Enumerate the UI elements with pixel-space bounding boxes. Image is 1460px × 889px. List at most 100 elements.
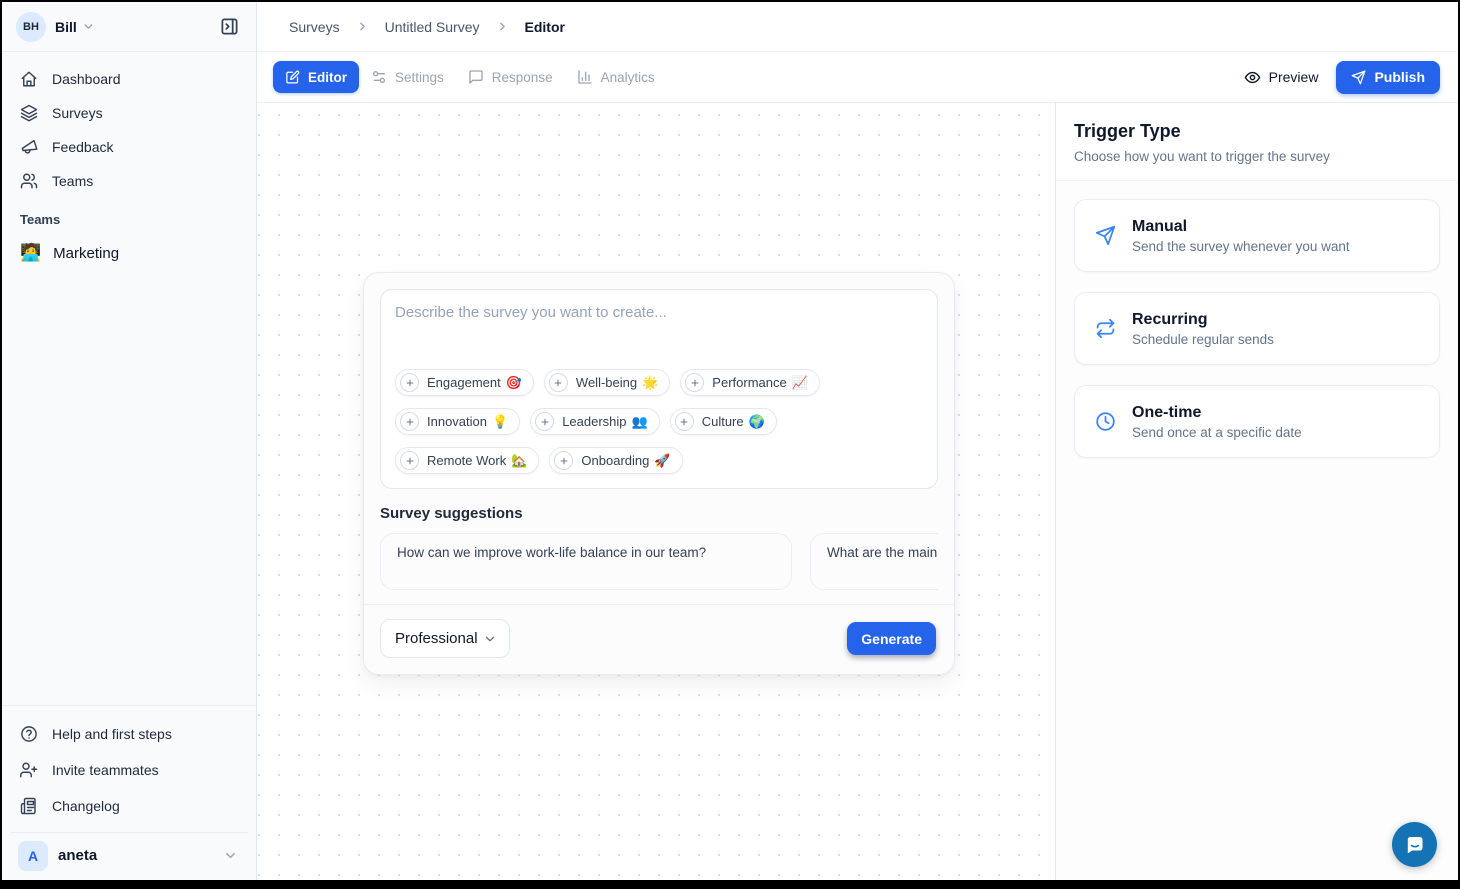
tab-label: Response [492, 70, 553, 85]
chip-emoji: 🏡 [511, 453, 527, 469]
tab-label: Settings [395, 70, 444, 85]
trigger-option-manual[interactable]: Manual Send the survey whenever you want [1074, 199, 1440, 272]
app-window: BH Bill Dashboard Surv [2, 2, 1458, 880]
tone-value: Professional [395, 630, 478, 647]
plus-icon [554, 451, 573, 470]
trigger-option-title: One-time [1132, 404, 1302, 422]
sidebar-item-dashboard[interactable]: Dashboard [10, 62, 248, 96]
tab-analytics[interactable]: Analytics [565, 61, 667, 93]
sidebar-item-label: Help and first steps [52, 726, 172, 742]
plus-icon [685, 373, 704, 392]
tab-settings[interactable]: Settings [359, 61, 456, 93]
sidebar-item-label: Feedback [52, 139, 113, 155]
chip-emoji: 👥 [632, 414, 648, 430]
breadcrumb-untitled-survey[interactable]: Untitled Survey [385, 19, 480, 35]
team-emoji: 🧑‍💻 [20, 243, 41, 263]
chip-onboarding[interactable]: Onboarding 🚀 [549, 447, 682, 474]
sidebar-item-teams[interactable]: Teams [10, 164, 248, 198]
editor-canvas[interactable]: Describe the survey you want to create..… [257, 103, 1055, 880]
chevron-down-icon [82, 20, 95, 33]
tab-editor[interactable]: Editor [273, 61, 359, 93]
chip-label: Innovation [427, 414, 487, 429]
topic-chips: Engagement 🎯 Well-being 🌟 Performance [395, 369, 923, 474]
suggestion-card[interactable]: How can we improve work-life balance in … [380, 533, 792, 590]
repeat-icon [1095, 318, 1116, 339]
chip-performance[interactable]: Performance 📈 [680, 369, 820, 396]
account-avatar: A [18, 841, 48, 871]
bar-chart-icon [577, 69, 593, 85]
sidebar-nav: Dashboard Surveys Feedback Teams [2, 52, 256, 198]
sidebar-footer: Help and first steps Invite teammates Ch… [2, 705, 256, 880]
workspace-switcher[interactable]: BH Bill [2, 2, 256, 52]
trigger-options: Manual Send the survey whenever you want… [1056, 181, 1458, 476]
teams-section-label: Teams [2, 198, 256, 233]
sidebar-item-feedback[interactable]: Feedback [10, 130, 248, 164]
account-menu[interactable]: A aneta [10, 832, 248, 880]
chip-label: Performance [712, 375, 786, 390]
chevron-right-icon [496, 20, 509, 33]
chat-bubble-icon [1403, 833, 1427, 857]
suggestion-card[interactable]: What are the main ob [810, 533, 938, 590]
chip-innovation[interactable]: Innovation 💡 [395, 408, 520, 435]
chip-well-being[interactable]: Well-being 🌟 [544, 369, 670, 396]
sidebar-item-label: Invite teammates [52, 762, 159, 778]
trigger-option-recurring[interactable]: Recurring Schedule regular sends [1074, 292, 1440, 365]
publish-button[interactable]: Publish [1336, 61, 1440, 94]
survey-prompt-input[interactable]: Describe the survey you want to create..… [380, 289, 938, 489]
prompt-placeholder: Describe the survey you want to create..… [395, 304, 923, 321]
pen-square-icon [285, 70, 300, 85]
tone-select[interactable]: Professional [380, 619, 510, 658]
chip-label: Well-being [576, 375, 637, 390]
toolbar: Editor Settings Response Analytics [257, 52, 1458, 103]
sidebar-collapse-button[interactable] [214, 12, 244, 42]
chip-remote-work[interactable]: Remote Work 🏡 [395, 447, 539, 474]
panel-subtitle: Choose how you want to trigger the surve… [1074, 149, 1440, 164]
sidebar-item-label: Teams [52, 173, 93, 189]
help-circle-icon [20, 725, 38, 743]
send-icon [1095, 225, 1116, 246]
tab-label: Analytics [601, 70, 655, 85]
tab-response[interactable]: Response [456, 61, 565, 93]
chip-label: Remote Work [427, 453, 506, 468]
preview-button[interactable]: Preview [1244, 69, 1319, 86]
trigger-option-description: Schedule regular sends [1132, 332, 1274, 347]
sidebar-item-marketing[interactable]: 🧑‍💻 Marketing [10, 233, 248, 273]
chip-leadership[interactable]: Leadership 👥 [530, 408, 660, 435]
breadcrumb: Surveys Untitled Survey Editor [257, 2, 1458, 52]
plus-icon [675, 412, 694, 431]
sidebar-item-surveys[interactable]: Surveys [10, 96, 248, 130]
plus-icon [400, 373, 419, 392]
trigger-option-description: Send the survey whenever you want [1132, 239, 1350, 254]
chip-emoji: 📈 [792, 375, 808, 391]
trigger-panel-header: Trigger Type Choose how you want to trig… [1056, 103, 1458, 181]
trigger-option-one-time[interactable]: One-time Send once at a specific date [1074, 385, 1440, 458]
chip-culture[interactable]: Culture 🌍 [670, 408, 777, 435]
breadcrumb-surveys[interactable]: Surveys [289, 19, 340, 35]
plus-icon [400, 412, 419, 431]
workspace-name: Bill [55, 19, 77, 35]
sidebar-item-label: Surveys [52, 105, 103, 121]
toolbar-actions: Preview Publish [1244, 61, 1440, 94]
clock-icon [1095, 411, 1116, 432]
generate-button[interactable]: Generate [847, 622, 936, 655]
composer-footer: Professional Generate [364, 605, 954, 674]
chip-emoji: 🌍 [749, 414, 765, 430]
megaphone-icon [20, 138, 38, 156]
chevron-right-icon [356, 20, 369, 33]
workarea: Describe the survey you want to create..… [257, 103, 1458, 880]
plus-icon [535, 412, 554, 431]
chip-label: Culture [702, 414, 744, 429]
message-square-icon [468, 69, 484, 85]
suggestions-row: How can we improve work-life balance in … [380, 533, 938, 590]
sidebar-item-invite[interactable]: Invite teammates [10, 752, 248, 788]
changelog-icon [20, 797, 38, 815]
chip-label: Onboarding [581, 453, 649, 468]
survey-suggestions: Survey suggestions How can we improve wo… [364, 489, 954, 604]
sliders-icon [371, 69, 387, 85]
plus-icon [400, 451, 419, 470]
eye-icon [1244, 69, 1261, 86]
chip-engagement[interactable]: Engagement 🎯 [395, 369, 534, 396]
sidebar-item-help[interactable]: Help and first steps [10, 716, 248, 752]
chat-launcher-button[interactable] [1392, 822, 1437, 867]
sidebar-item-changelog[interactable]: Changelog [10, 788, 248, 824]
